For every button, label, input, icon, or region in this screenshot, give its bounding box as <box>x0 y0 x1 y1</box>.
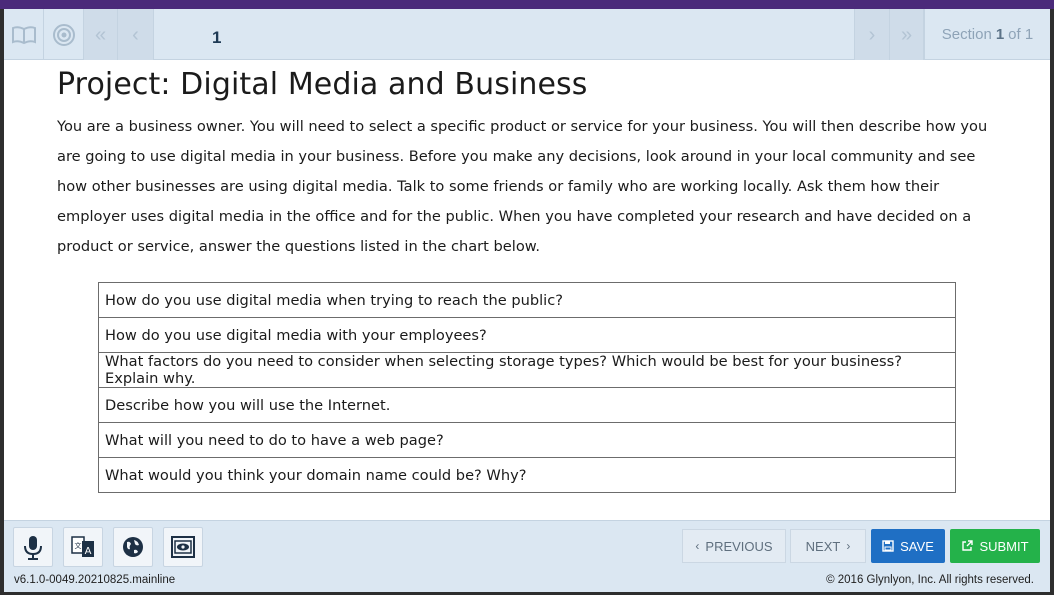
first-page-button[interactable]: « <box>84 9 118 60</box>
external-link-icon <box>962 540 974 551</box>
copyright-text: © 2016 Glynlyon, Inc. All rights reserve… <box>826 574 1034 586</box>
save-button[interactable]: SAVE <box>871 529 945 563</box>
assessment-window: « ‹ 1 › » Section 1 of 1 Project: Digita… <box>4 9 1050 592</box>
section-current: 1 <box>995 26 1005 43</box>
app-frame: « ‹ 1 › » Section 1 of 1 Project: Digita… <box>0 0 1054 595</box>
chevron-left-icon: ‹ <box>132 23 139 46</box>
table-row: What would you think your domain name co… <box>98 457 956 493</box>
chevron-right-icon: › <box>868 23 876 46</box>
next-page-button[interactable]: › <box>854 9 890 60</box>
save-label: SAVE <box>900 538 934 554</box>
top-navigation: « ‹ 1 › » Section 1 of 1 <box>4 9 1050 60</box>
question-cell: Describe how you will use the Internet. <box>98 387 956 423</box>
table-row: How do you use digital media with your e… <box>98 317 956 353</box>
screen-mask-button[interactable] <box>163 527 203 567</box>
target-icon <box>52 23 75 46</box>
question-cell: How do you use digital media with your e… <box>98 317 956 353</box>
section-indicator: Section 1 of 1 <box>924 9 1050 60</box>
intro-paragraph: You are a business owner. You will need … <box>57 118 988 255</box>
content-area: Project: Digital Media and Business You … <box>57 67 992 262</box>
questions-table: How do you use digital media when trying… <box>98 282 956 493</box>
footer: v6.1.0-0049.20210825.mainline © 2016 Gly… <box>4 570 1050 592</box>
section-suffix: of 1 <box>1008 26 1034 43</box>
table-row: How do you use digital media when trying… <box>98 282 956 318</box>
submit-label: SUBMIT <box>979 538 1029 554</box>
globe-button[interactable] <box>113 527 153 567</box>
double-chevron-left-icon: « <box>94 23 107 46</box>
translate-icon: A 文 <box>71 536 94 557</box>
target-button[interactable] <box>44 9 84 60</box>
globe-icon <box>123 537 143 557</box>
floppy-disk-icon <box>882 540 894 552</box>
current-page-number[interactable]: 1 <box>212 28 221 48</box>
book-icon <box>11 25 36 44</box>
question-cell: What factors do you need to consider whe… <box>98 352 956 388</box>
previous-button[interactable]: ‹ PREVIOUS <box>682 529 786 563</box>
svg-text:文: 文 <box>75 541 82 550</box>
table-row: What factors do you need to consider whe… <box>98 352 956 388</box>
next-button[interactable]: NEXT › <box>790 529 866 563</box>
translate-button[interactable]: A 文 <box>63 527 103 567</box>
previous-page-button[interactable]: ‹ <box>118 9 154 60</box>
microphone-icon <box>24 536 42 560</box>
last-page-button[interactable]: » <box>890 9 924 60</box>
window-top-bar <box>0 0 1054 9</box>
table-row: What will you need to do to have a web p… <box>98 422 956 458</box>
table-row: Describe how you will use the Internet. <box>98 387 956 423</box>
text-to-speech-button[interactable] <box>13 527 53 567</box>
screen-mask-icon <box>171 536 195 558</box>
double-chevron-right-icon: » <box>900 23 913 46</box>
question-cell: How do you use digital media when trying… <box>98 282 956 318</box>
book-button[interactable] <box>4 9 44 60</box>
page-title: Project: Digital Media and Business <box>57 67 588 102</box>
chevron-left-icon: ‹ <box>695 539 700 553</box>
next-label: NEXT <box>805 538 841 554</box>
question-cell: What would you think your domain name co… <box>98 457 956 493</box>
section-prefix: Section <box>941 26 992 43</box>
question-cell: What will you need to do to have a web p… <box>98 422 956 458</box>
svg-text:A: A <box>85 546 92 557</box>
page-indicator: 1 <box>154 9 854 60</box>
bottom-toolbar: A 文 ‹ PREVIOUS NEXT › SAVE SUBMIT <box>4 520 1050 570</box>
previous-label: PREVIOUS <box>705 538 773 554</box>
submit-button[interactable]: SUBMIT <box>950 529 1040 563</box>
version-text: v6.1.0-0049.20210825.mainline <box>14 574 176 586</box>
chevron-right-icon: › <box>846 539 851 553</box>
